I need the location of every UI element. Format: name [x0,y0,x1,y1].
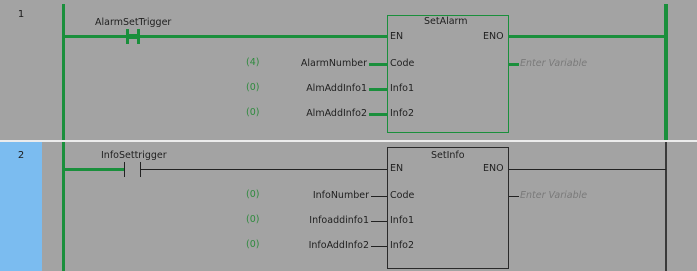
param-constant: (0) [246,82,260,93]
pin-eno: ENO [483,163,504,174]
param-constant: (0) [246,239,260,250]
pin-info2: Info2 [390,240,415,251]
output-variable-placeholder[interactable]: Enter Variable [520,58,587,69]
block-title: SetInfo [431,150,465,161]
input-wire [369,88,387,91]
contact-no[interactable] [126,29,140,44]
contact-label[interactable]: InfoSettrigger [101,150,167,161]
output-wire [509,196,519,197]
input-wire [371,221,387,222]
input-variable[interactable]: AlmAddInfo2 [295,108,367,119]
left-power-rail [62,4,65,140]
rung-2[interactable]: 2 InfoSettrigger SetInfo EN ENO (0) Info… [0,142,697,271]
input-variable[interactable]: AlarmNumber [295,58,367,69]
input-variable[interactable]: InfoAddInfo2 [295,240,369,251]
pin-info1: Info1 [390,215,415,226]
rung-line [141,169,388,170]
input-variable[interactable]: AlmAddInfo1 [295,83,367,94]
left-power-rail [62,142,65,271]
contact-label[interactable]: AlarmSetTrigger [95,17,171,28]
param-constant: (0) [246,214,260,225]
input-wire [369,113,387,116]
input-variable[interactable]: InfoNumber [295,190,369,201]
pin-eno: ENO [483,31,504,42]
pin-info2: Info2 [390,108,415,119]
eno-output-line [509,35,666,38]
rung-1[interactable]: 1 AlarmSetTrigger SetAlarm EN ENO (4) Al… [0,0,697,140]
output-variable-placeholder[interactable]: Enter Variable [520,190,587,201]
pin-en: EN [390,163,404,174]
eno-output-line [509,169,666,170]
rung-number-cell-selected[interactable] [0,142,42,271]
input-wire [369,63,387,66]
contact-no[interactable] [124,162,142,177]
rung-line [140,35,387,38]
param-constant: (0) [246,107,260,118]
pin-code: Code [390,58,415,69]
param-constant: (0) [246,189,260,200]
param-constant: (4) [246,57,260,68]
rung-number: 2 [17,150,25,161]
rung-line [64,168,124,171]
right-power-rail [665,142,667,271]
rung-number-cell[interactable] [0,0,42,140]
input-wire [371,196,387,197]
right-power-rail [664,4,668,140]
pin-en: EN [390,31,404,42]
input-variable[interactable]: Infoaddinfo1 [295,215,369,226]
block-title: SetAlarm [424,16,468,27]
pin-info1: Info1 [390,83,415,94]
pin-code: Code [390,190,415,201]
rung-number: 1 [17,9,25,20]
input-wire [371,246,387,247]
output-wire [509,63,519,66]
rung-line [64,35,126,38]
